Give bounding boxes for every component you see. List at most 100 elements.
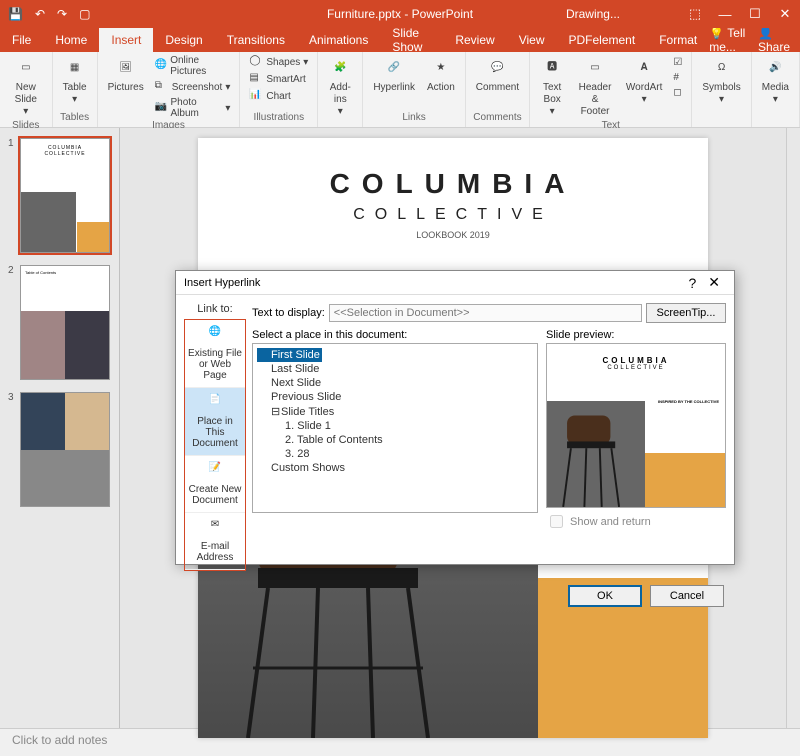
minimize-button[interactable]: — bbox=[710, 0, 740, 28]
new-slide-button[interactable]: ▭New Slide▾ bbox=[6, 54, 46, 120]
linkto-create-new[interactable]: 📝Create New Document bbox=[185, 456, 245, 513]
tab-insert[interactable]: Insert bbox=[99, 28, 153, 52]
tree-next-slide[interactable]: Next Slide bbox=[257, 376, 533, 390]
tree-first-slide[interactable]: First Slide bbox=[257, 348, 322, 362]
email-icon: ✉ bbox=[204, 519, 226, 539]
smartart-button[interactable]: ▤SmartArt bbox=[246, 71, 311, 87]
hyperlink-button[interactable]: 🔗Hyperlink bbox=[369, 54, 419, 96]
shapes-button[interactable]: ◯Shapes ▾ bbox=[246, 54, 311, 70]
linkto-column: Link to: 🌐Existing File or Web Page 📄Pla… bbox=[184, 303, 246, 571]
cancel-button[interactable]: Cancel bbox=[650, 585, 724, 607]
media-button[interactable]: 🔊Media▾ bbox=[758, 54, 793, 108]
thumbnail-2[interactable]: 2 Table of Contents bbox=[8, 265, 111, 380]
new-doc-icon: 📝 bbox=[204, 462, 226, 482]
dialog-middle-column: Text to display: ScreenTip... Select a p… bbox=[252, 303, 726, 571]
tree-slide-2[interactable]: 2. Table of Contents bbox=[257, 433, 533, 447]
dialog-buttons: OK Cancel bbox=[176, 579, 734, 617]
tree-slide-3[interactable]: 3. 28 bbox=[257, 447, 533, 461]
tab-slideshow[interactable]: Slide Show bbox=[380, 28, 443, 52]
save-icon[interactable]: 💾 bbox=[8, 7, 23, 21]
tab-format[interactable]: Format bbox=[647, 28, 709, 52]
hyperlink-icon: 🔗 bbox=[382, 56, 406, 80]
thumbnail-1[interactable]: 1 COLUMBIACOLLECTIVE bbox=[8, 138, 111, 253]
linkto-email[interactable]: ✉E-mail Address bbox=[185, 513, 245, 570]
close-button[interactable]: ✕ bbox=[770, 0, 800, 28]
slide-preview: COLUMBIA COLLECTIVE bbox=[546, 343, 726, 508]
slide-thumbnail[interactable]: COLUMBIACOLLECTIVE bbox=[20, 138, 110, 253]
quick-access-toolbar: 💾 ↶ ↷ ▢ bbox=[0, 7, 90, 21]
comment-button[interactable]: 💬Comment bbox=[472, 54, 523, 96]
tree-slide-1[interactable]: 1. Slide 1 bbox=[257, 419, 533, 433]
wordart-icon: 𝐀 bbox=[632, 56, 656, 80]
ribbon-group-text: 🅰Text Box▾ ▭Header & Footer 𝐀WordArt▾ ☑ … bbox=[530, 52, 692, 127]
redo-icon[interactable]: ↷ bbox=[57, 7, 67, 21]
ribbon-group-addins: 🧩Add-ins▾ bbox=[318, 52, 363, 127]
slide-thumbnail[interactable]: Table of Contents bbox=[20, 265, 110, 380]
insert-hyperlink-dialog: Insert Hyperlink ? ✕ Link to: 🌐Existing … bbox=[175, 270, 735, 565]
linkto-place-in-document[interactable]: 📄Place in This Document bbox=[185, 388, 245, 456]
text-option-icon[interactable]: # bbox=[670, 71, 685, 84]
tab-review[interactable]: Review bbox=[443, 28, 506, 52]
tab-file[interactable]: File bbox=[0, 28, 43, 52]
screentip-button[interactable]: ScreenTip... bbox=[646, 303, 726, 323]
ribbon-group-images: 🖼Pictures 🌐Online Pictures ⧉Screenshot ▾… bbox=[98, 52, 241, 127]
slide-subtitle: COLLECTIVE bbox=[198, 206, 708, 224]
comment-icon: 💬 bbox=[485, 56, 509, 80]
text-to-display-input[interactable] bbox=[329, 304, 642, 322]
dialog-close-button[interactable]: ✕ bbox=[702, 274, 726, 291]
globe-file-icon: 🌐 bbox=[204, 326, 226, 346]
text-option-icon[interactable]: ◻ bbox=[670, 86, 685, 99]
tellme-search[interactable]: 💡 Tell me... bbox=[709, 26, 750, 54]
tree-slide-titles[interactable]: ⊟Slide Titles bbox=[257, 404, 533, 419]
tab-animations[interactable]: Animations bbox=[297, 28, 380, 52]
tab-home[interactable]: Home bbox=[43, 28, 99, 52]
share-button[interactable]: 👤 Share bbox=[758, 26, 790, 54]
online-pictures-button[interactable]: 🌐Online Pictures bbox=[152, 54, 234, 78]
ribbon-group-label: Illustrations bbox=[254, 112, 305, 125]
maximize-button[interactable]: ☐ bbox=[740, 0, 770, 28]
linkto-options: 🌐Existing File or Web Page 📄Place in Thi… bbox=[184, 319, 246, 571]
thumbnail-3[interactable]: 3 bbox=[8, 392, 111, 507]
tab-design[interactable]: Design bbox=[153, 28, 214, 52]
show-and-return-checkbox[interactable]: Show and return bbox=[546, 512, 726, 531]
action-icon: ★ bbox=[429, 56, 453, 80]
photo-album-button[interactable]: 📷Photo Album ▾ bbox=[152, 96, 234, 120]
linkto-label: Link to: bbox=[184, 303, 246, 315]
place-tree[interactable]: First Slide Last Slide Next Slide Previo… bbox=[252, 343, 538, 513]
start-icon[interactable]: ▢ bbox=[79, 7, 90, 21]
document-icon: 📄 bbox=[204, 394, 226, 414]
dialog-titlebar: Insert Hyperlink ? ✕ bbox=[176, 271, 734, 295]
pictures-button[interactable]: 🖼Pictures bbox=[104, 54, 148, 96]
collapse-icon[interactable]: ⊟ bbox=[271, 405, 281, 418]
textbox-button[interactable]: 🅰Text Box▾ bbox=[536, 54, 568, 120]
tab-transitions[interactable]: Transitions bbox=[215, 28, 297, 52]
ribbon-group-illustrations: ◯Shapes ▾ ▤SmartArt 📊Chart Illustrations bbox=[240, 52, 318, 127]
screenshot-button[interactable]: ⧉Screenshot ▾ bbox=[152, 79, 234, 95]
slide-thumbnail[interactable] bbox=[20, 392, 110, 507]
header-footer-button[interactable]: ▭Header & Footer bbox=[572, 54, 618, 120]
wordart-button[interactable]: 𝐀WordArt▾ bbox=[622, 54, 667, 108]
chart-button[interactable]: 📊Chart bbox=[246, 88, 311, 104]
undo-icon[interactable]: ↶ bbox=[35, 7, 45, 21]
tree-last-slide[interactable]: Last Slide bbox=[257, 362, 533, 376]
ribbon-options-icon[interactable]: ⬚ bbox=[680, 0, 710, 28]
title-bar: 💾 ↶ ↷ ▢ Furniture.pptx - PowerPoint Draw… bbox=[0, 0, 800, 28]
addins-icon: 🧩 bbox=[328, 56, 352, 80]
vertical-scrollbar[interactable] bbox=[786, 128, 800, 728]
ribbon-group-media: 🔊Media▾ bbox=[752, 52, 800, 127]
ribbon-group-slides: ▭New Slide▾ Slides bbox=[0, 52, 53, 127]
tab-view[interactable]: View bbox=[507, 28, 557, 52]
table-button[interactable]: ▦Table▾ bbox=[59, 54, 91, 108]
addins-button[interactable]: 🧩Add-ins▾ bbox=[324, 54, 356, 120]
tab-pdfelement[interactable]: PDFelement bbox=[557, 28, 648, 52]
linkto-existing-file[interactable]: 🌐Existing File or Web Page bbox=[185, 320, 245, 388]
tree-custom-shows[interactable]: Custom Shows bbox=[257, 461, 533, 475]
ok-button[interactable]: OK bbox=[568, 585, 642, 607]
tree-previous-slide[interactable]: Previous Slide bbox=[257, 390, 533, 404]
new-slide-icon: ▭ bbox=[14, 56, 38, 80]
action-button[interactable]: ★Action bbox=[423, 54, 459, 96]
symbols-button[interactable]: ΩSymbols▾ bbox=[698, 54, 744, 108]
dialog-help-button[interactable]: ? bbox=[682, 275, 702, 291]
text-option-icon[interactable]: ☑ bbox=[670, 56, 685, 69]
ribbon-group-tables: ▦Table▾ Tables bbox=[53, 52, 98, 127]
